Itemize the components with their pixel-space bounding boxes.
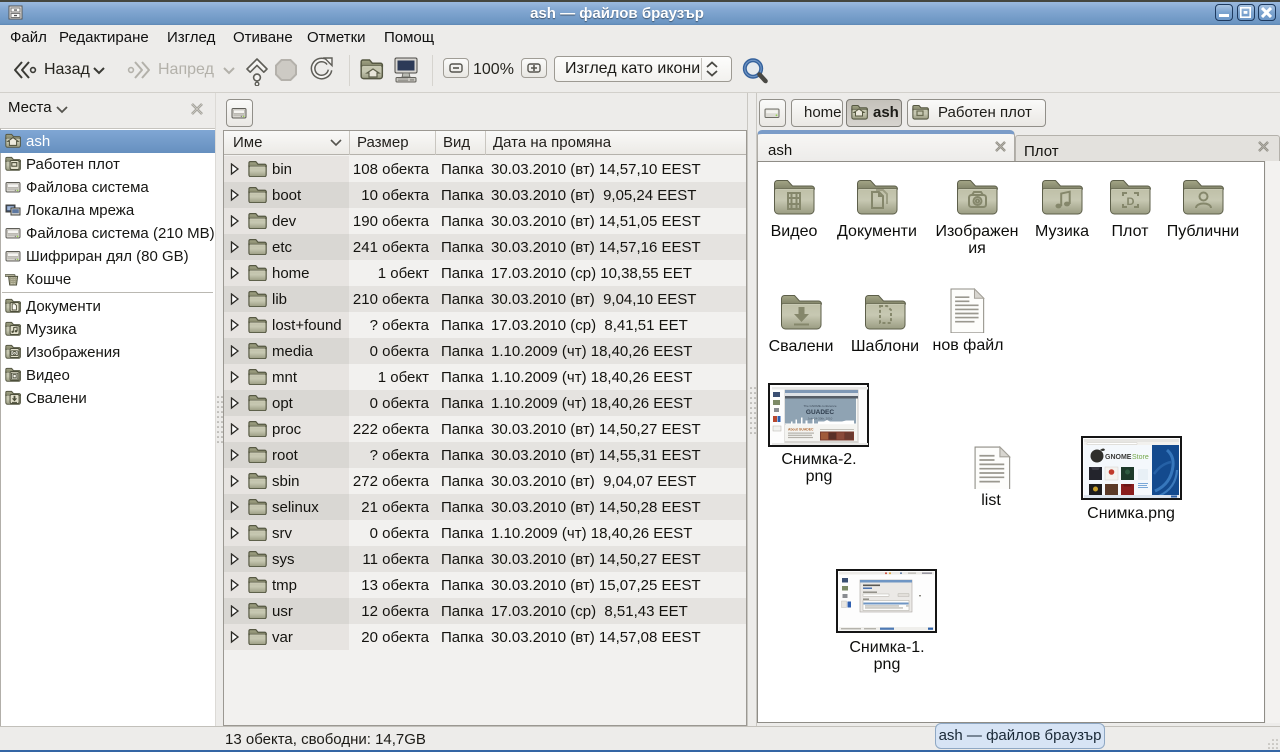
svg-text:Store: Store: [1132, 454, 1149, 461]
svg-text:D: D: [1127, 196, 1135, 208]
svg-text:GNOME: GNOME: [1105, 454, 1132, 461]
svg-text:GUADEC: GUADEC: [806, 409, 834, 416]
svg-text:About GUADEC: About GUADEC: [788, 428, 814, 432]
svg-text:The GNOME conference: The GNOME conference: [803, 404, 836, 408]
svg-text:July 24-30th, 2010: July 24-30th, 2010: [808, 417, 833, 421]
